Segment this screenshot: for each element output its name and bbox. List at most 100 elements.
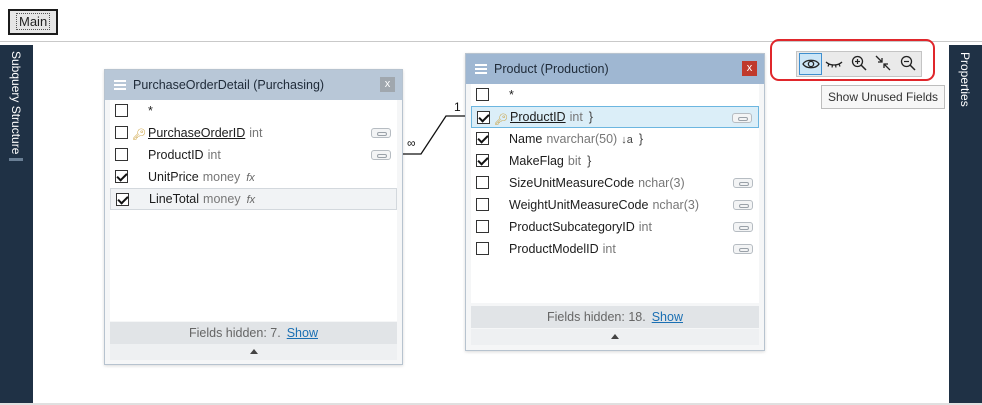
hide-unused-fields-button[interactable] [823,53,846,75]
table-card-product[interactable]: Product (Production) x * 🔑︎ ProductID int… [465,53,765,351]
field-checkbox[interactable] [476,88,489,101]
show-hidden-link[interactable]: Show [652,310,683,324]
field-row[interactable]: ProductSubcategoryID int [471,216,759,238]
field-row[interactable]: MakeFlag bit} [471,150,759,172]
field-name: MakeFlag bit} [509,150,591,172]
field-checkbox[interactable] [115,126,128,139]
field-type: nchar(3) [652,198,699,212]
field-row[interactable]: ProductModelID int [471,238,759,260]
field-name: * [509,88,514,102]
field-name: ProductModelID int [509,238,616,260]
field-checkbox[interactable] [115,170,128,183]
table-header[interactable]: Product (Production) x [466,54,764,84]
field-name: UnitPrice money fx [148,166,255,189]
field-row[interactable]: Name nvarchar(50) ↓a} [471,128,759,150]
menu-icon[interactable] [114,80,126,90]
field-name-text: UnitPrice [148,169,199,184]
relation-many-label: ∞ [407,136,416,150]
field-checkbox[interactable] [476,154,489,167]
function-icon: fx [246,171,255,184]
field-checkbox[interactable] [476,242,489,255]
field-name: ProductSubcategoryID int [509,216,652,238]
field-list: * 🔑︎ PurchaseOrderID int ProductID int Uni… [110,100,397,321]
field-row[interactable]: * [110,100,397,122]
link-icon[interactable] [733,244,753,254]
field-name-text: ProductModelID [509,242,599,256]
field-name-text: ProductID [148,148,204,162]
field-row[interactable]: 🔑︎ ProductID int} [471,106,759,128]
field-row[interactable]: 🔑︎ PurchaseOrderID int [110,122,397,144]
brace-icon: } [638,131,644,146]
field-checkbox[interactable] [115,148,128,161]
zoom-in-icon [851,55,867,71]
field-checkbox[interactable] [476,198,489,211]
field-type: bit [567,154,582,168]
link-icon[interactable] [733,222,753,232]
field-row[interactable]: LineTotal money fx [110,188,397,210]
field-checkbox[interactable] [477,111,490,124]
collapse-toggle[interactable] [110,344,397,360]
field-list: * 🔑︎ ProductID int} Name nvarchar(50) ↓a} M… [471,84,759,303]
function-icon: fx [246,193,256,206]
brace-icon: } [587,154,592,168]
field-checkbox[interactable] [115,104,128,117]
table-title: Product (Production) [494,62,609,76]
field-type: int [569,110,583,124]
field-name: ProductID int [148,144,221,166]
eye-icon [802,59,820,69]
tooltip: Show Unused Fields [821,85,946,109]
sort-ascending-icon: ↓a [621,133,633,146]
hidden-fields-footer: Fields hidden: 18. Show [471,306,759,328]
zoom-out-button[interactable] [897,53,920,75]
table-card-purchaseorderdetail[interactable]: PurchaseOrderDetail (Purchasing) x * 🔑︎ … [104,69,403,365]
field-checkbox[interactable] [116,193,129,206]
field-type: int [638,220,652,234]
fit-to-window-button[interactable] [872,53,895,75]
link-icon[interactable] [733,200,753,210]
relation-one-label: 1 [454,100,461,114]
link-icon[interactable] [371,150,391,160]
show-unused-fields-button[interactable] [799,53,823,75]
field-name: SizeUnitMeasureCode nchar(3) [509,172,685,194]
field-name-text: PurchaseOrderID [148,126,246,140]
close-icon[interactable]: x [380,77,395,92]
zoom-in-button[interactable] [848,53,871,75]
menu-icon[interactable] [475,64,487,74]
closed-eye-icon [825,61,843,68]
table-header[interactable]: PurchaseOrderDetail (Purchasing) x [105,70,402,100]
field-name: PurchaseOrderID int [148,122,262,144]
close-icon[interactable]: x [742,61,757,76]
field-row[interactable]: * [471,84,759,106]
field-checkbox[interactable] [476,176,489,189]
field-name-text: ProductSubcategoryID [509,220,635,234]
field-name-text: WeightUnitMeasureCode [509,198,649,212]
field-name-text: MakeFlag [509,154,564,168]
link-icon[interactable] [732,113,752,123]
link-icon[interactable] [733,178,753,188]
field-name: ProductID int} [510,106,593,128]
zoom-out-icon [900,55,916,71]
brace-icon: } [588,110,593,124]
field-type: nvarchar(50) [546,131,618,146]
field-row[interactable]: ProductID int [110,144,397,166]
field-row[interactable]: SizeUnitMeasureCode nchar(3) [471,172,759,194]
field-name: WeightUnitMeasureCode nchar(3) [509,194,699,216]
field-type: nchar(3) [638,176,685,190]
hidden-fields-text: Fields hidden: 18. [547,310,646,324]
field-checkbox[interactable] [476,132,489,145]
field-type: int [249,126,263,140]
field-row[interactable]: UnitPrice money fx [110,166,397,188]
field-row[interactable]: WeightUnitMeasureCode nchar(3) [471,194,759,216]
link-icon[interactable] [371,128,391,138]
table-title: PurchaseOrderDetail (Purchasing) [133,78,325,92]
show-hidden-link[interactable]: Show [287,326,318,340]
field-name-text: Name [509,131,543,146]
key-icon: 🔑︎ [132,129,146,141]
field-checkbox[interactable] [476,220,489,233]
collapse-toggle[interactable] [471,329,759,345]
field-type: int [602,242,616,256]
field-name: * [148,104,153,118]
field-type: money [203,191,241,206]
field-type: money [202,169,241,184]
hidden-fields-text: Fields hidden: 7. [188,326,281,340]
